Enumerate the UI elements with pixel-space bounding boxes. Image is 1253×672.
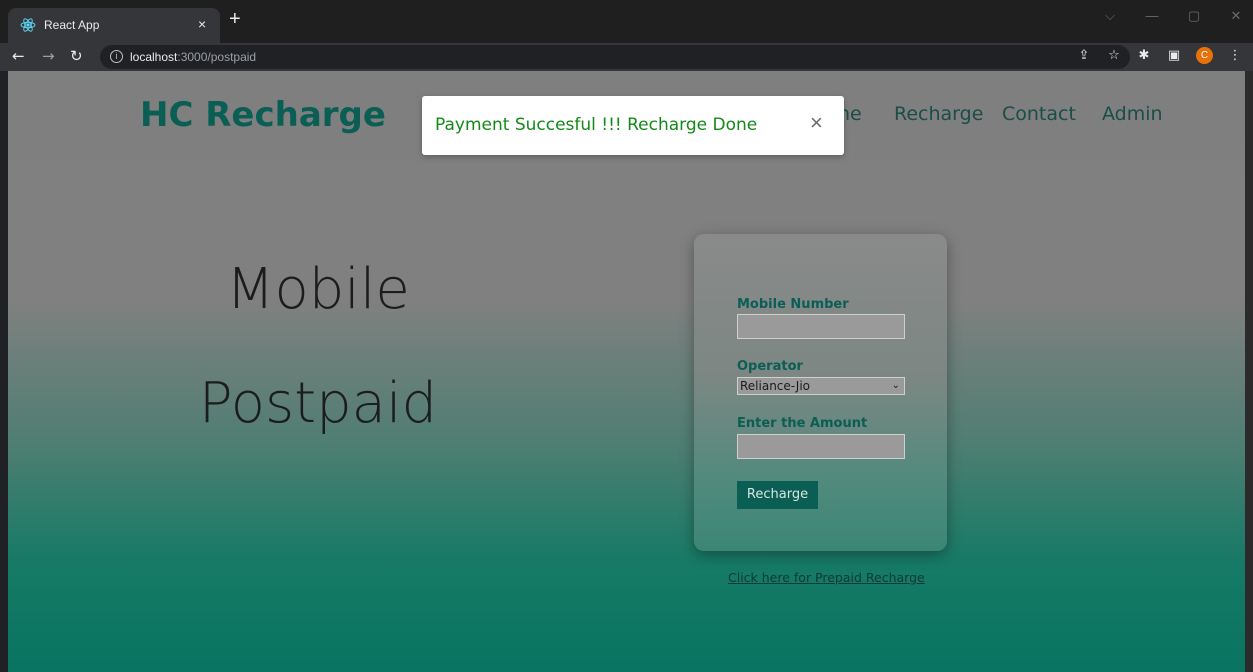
nav-admin[interactable]: Admin <box>1102 103 1163 125</box>
toast-message: Payment Succesful !!! Recharge Done <box>435 115 758 135</box>
recharge-button[interactable]: Recharge <box>737 481 818 509</box>
url-path: :3000/postpaid <box>177 50 257 64</box>
url-text: localhost:3000/postpaid <box>130 50 256 64</box>
url-host: localhost <box>130 50 178 64</box>
profile-avatar[interactable]: C <box>1196 47 1213 64</box>
side-panel-icon[interactable]: ▣ <box>1166 48 1182 63</box>
new-tab-icon[interactable]: + <box>229 9 241 29</box>
browser-tab[interactable]: React App × <box>8 8 220 43</box>
browser-toolbar: ← → ↻ i localhost:3000/postpaid ⇪ ☆ ✱ ▣ … <box>0 43 1253 71</box>
operator-select[interactable]: Reliance-Jio ⌄ <box>737 377 905 395</box>
tab-search-icon[interactable]: ⌵ <box>1103 8 1117 24</box>
browser-tab-bar: React App × + ⌵ — ▢ ✕ <box>0 0 1253 43</box>
mobile-number-label: Mobile Number <box>737 297 849 312</box>
nav-recharge[interactable]: Recharge <box>894 103 983 125</box>
maximize-icon[interactable]: ▢ <box>1187 8 1201 24</box>
page-content: HC Recharge ne Recharge Contact Admin Mo… <box>8 71 1245 672</box>
tab-title: React App <box>44 18 100 32</box>
amount-input[interactable] <box>737 434 905 459</box>
mobile-number-input[interactable] <box>737 314 905 339</box>
bookmark-star-icon[interactable]: ☆ <box>1106 48 1122 63</box>
reload-icon[interactable]: ↻ <box>70 47 83 65</box>
share-icon[interactable]: ⇪ <box>1076 48 1092 63</box>
forward-arrow-icon[interactable]: → <box>42 47 55 65</box>
success-toast: Payment Succesful !!! Recharge Done × <box>422 96 844 155</box>
prepaid-recharge-link[interactable]: Click here for Prepaid Recharge <box>728 570 925 585</box>
chevron-down-icon: ⌄ <box>891 380 900 391</box>
site-brand[interactable]: HC Recharge <box>140 95 386 135</box>
hero-title-line1: Mobile <box>226 257 410 322</box>
nav-contact[interactable]: Contact <box>1002 103 1076 125</box>
address-bar[interactable]: i localhost:3000/postpaid <box>100 45 1130 69</box>
amount-label: Enter the Amount <box>737 416 868 431</box>
tab-close-icon[interactable]: × <box>198 16 206 32</box>
hero-title-line2: Postpaid <box>198 371 438 436</box>
close-window-icon[interactable]: ✕ <box>1229 8 1243 24</box>
react-logo-icon <box>20 18 36 32</box>
more-menu-icon[interactable]: ⋮ <box>1227 48 1243 63</box>
page-scrollbar[interactable] <box>1245 71 1253 672</box>
toast-close-icon[interactable]: × <box>810 110 823 136</box>
minimize-icon[interactable]: — <box>1145 8 1159 24</box>
site-info-icon[interactable]: i <box>110 50 123 63</box>
recharge-form-card: Mobile Number Operator Reliance-Jio ⌄ En… <box>694 234 947 551</box>
extensions-puzzle-icon[interactable]: ✱ <box>1136 48 1152 63</box>
toolbar-icons: ⇪ ☆ ✱ ▣ C ⋮ <box>1076 47 1243 64</box>
operator-label: Operator <box>737 359 803 374</box>
operator-selected-value: Reliance-Jio <box>740 379 811 393</box>
window-controls: ⌵ — ▢ ✕ <box>1103 8 1243 24</box>
back-arrow-icon[interactable]: ← <box>12 47 25 65</box>
